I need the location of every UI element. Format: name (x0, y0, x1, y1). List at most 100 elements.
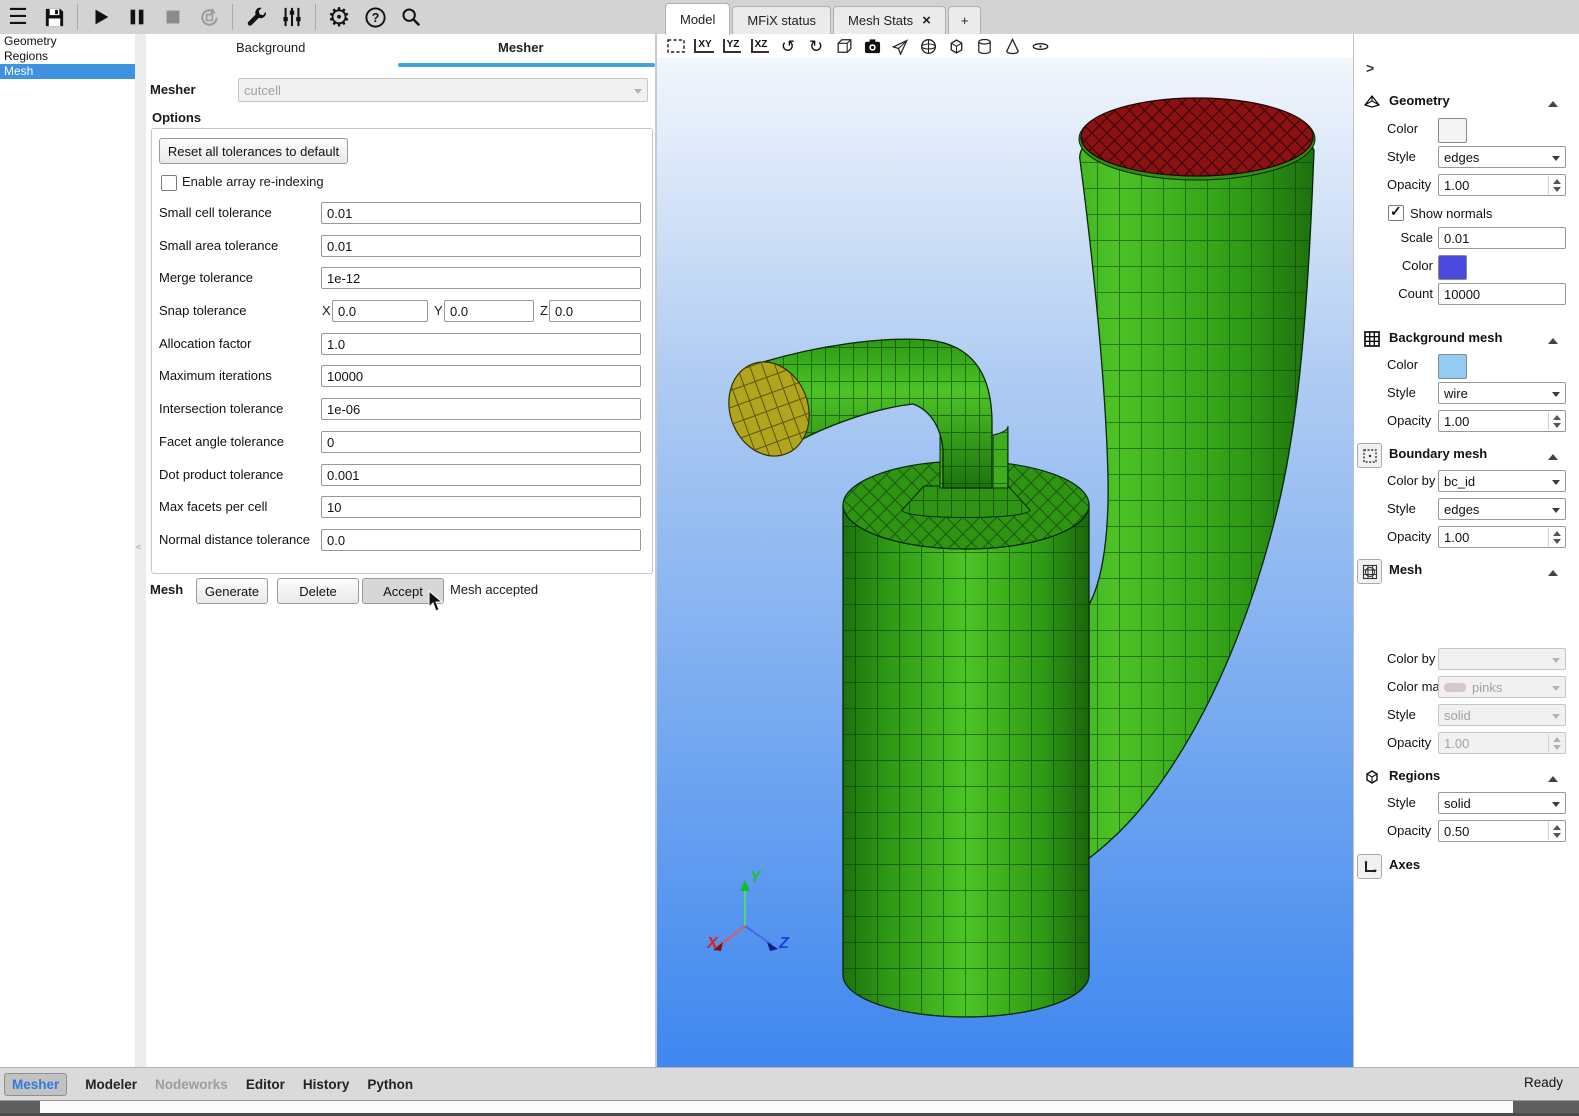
geometry-opacity-spinbox[interactable]: 1.00 (1438, 174, 1566, 196)
mesh-color-by-select[interactable] (1438, 648, 1566, 670)
mode-history[interactable]: History (303, 1077, 350, 1092)
spin-arrows-icon[interactable] (1548, 734, 1564, 752)
delete-mesh-button[interactable]: Delete (277, 578, 359, 604)
add-disc-button[interactable] (1029, 36, 1051, 56)
settings-button[interactable]: ⚙ (321, 2, 357, 32)
snap-tolerance-x-input[interactable] (332, 300, 428, 322)
small-cell-tolerance-input[interactable] (321, 202, 641, 224)
boundary-mesh-style-select[interactable]: edges (1438, 498, 1566, 520)
menu-button[interactable]: ☰ (0, 2, 36, 32)
add-cone-button[interactable] (1001, 36, 1023, 56)
spin-arrows-icon[interactable] (1548, 176, 1564, 194)
axes-toggle-button[interactable] (1357, 854, 1382, 879)
resize-grip[interactable] (1513, 1101, 1579, 1113)
show-normals-checkbox[interactable] (1388, 205, 1404, 221)
axes-section-header[interactable]: Axes (1354, 854, 1579, 878)
normal-distance-tolerance-input[interactable] (321, 529, 641, 551)
small-area-tolerance-input[interactable] (321, 235, 641, 257)
maximum-iterations-input[interactable] (321, 365, 641, 387)
generate-mesh-button[interactable]: Generate (196, 578, 268, 604)
regions-opacity-spinbox[interactable]: 0.50 (1438, 820, 1566, 842)
mode-python[interactable]: Python (367, 1077, 413, 1092)
collapse-caret-icon[interactable] (1548, 771, 1558, 782)
run-button[interactable] (83, 2, 119, 32)
spin-arrows-icon[interactable] (1548, 528, 1564, 546)
reset-tolerances-button[interactable]: Reset all tolerances to default (159, 138, 348, 164)
background-mesh-section-header[interactable]: Background mesh (1354, 327, 1579, 351)
rotate-cw-button[interactable]: ↻ (805, 36, 827, 56)
tab-background[interactable]: Background (236, 40, 305, 55)
add-box-button[interactable] (945, 36, 967, 56)
view-yz-button[interactable]: YZ (721, 36, 743, 56)
search-button[interactable] (393, 2, 429, 32)
normals-color-swatch[interactable] (1438, 255, 1467, 280)
geometry-section-header[interactable]: Geometry (1354, 90, 1579, 114)
boundary-mesh-opacity-spinbox[interactable]: 1.00 (1438, 526, 1566, 548)
add-cylinder-button[interactable] (973, 36, 995, 56)
perspective-button[interactable] (833, 36, 855, 56)
intersection-tolerance-input[interactable] (321, 398, 641, 420)
dot-product-tolerance-input[interactable] (321, 464, 641, 486)
tab-add[interactable]: + (948, 6, 982, 34)
background-mesh-color-swatch[interactable] (1438, 354, 1467, 379)
background-mesh-style-select[interactable]: wire (1438, 382, 1566, 404)
mesh-toggle-button[interactable] (1357, 559, 1382, 584)
snap-tolerance-z-input[interactable] (549, 300, 641, 322)
pause-button[interactable] (119, 2, 155, 32)
add-sphere-button[interactable] (917, 36, 939, 56)
visibility-button[interactable] (889, 36, 911, 56)
collapse-caret-icon[interactable] (1548, 565, 1558, 576)
boundary-mesh-color-by-select[interactable]: bc_id (1438, 470, 1566, 492)
collapse-caret-icon[interactable] (1548, 96, 1558, 107)
merge-tolerance-input[interactable] (321, 267, 641, 289)
build-button[interactable] (238, 2, 274, 32)
mode-modeler[interactable]: Modeler (85, 1077, 137, 1092)
save-button[interactable] (36, 2, 72, 32)
tree-item-regions[interactable]: Regions (0, 49, 135, 64)
mesh-opacity-spinbox[interactable]: 1.00 (1438, 732, 1566, 754)
panel-splitter[interactable]: < (135, 34, 146, 1067)
normals-scale-input[interactable] (1438, 227, 1566, 249)
mesh-color-map-select[interactable]: pinks (1438, 676, 1566, 698)
allocation-factor-input[interactable] (321, 333, 641, 355)
collapse-caret-icon[interactable] (1548, 333, 1558, 344)
max-facets-per-cell-input[interactable] (321, 496, 641, 518)
view-xz-button[interactable]: XZ (749, 36, 771, 56)
close-icon[interactable]: × (922, 13, 931, 28)
screenshot-button[interactable] (861, 36, 883, 56)
facet-angle-tolerance-input[interactable] (321, 431, 641, 453)
reset-view-button[interactable] (665, 36, 687, 56)
stop-button[interactable] (155, 2, 191, 32)
mode-mesher[interactable]: Mesher (4, 1073, 67, 1096)
enable-array-reindexing-checkbox[interactable] (161, 175, 177, 191)
rotate-ccw-button[interactable]: ↺ (777, 36, 799, 56)
mode-editor[interactable]: Editor (246, 1077, 285, 1092)
tab-mesher[interactable]: Mesher (498, 40, 544, 55)
reset-button[interactable] (191, 2, 227, 32)
parameters-button[interactable] (274, 2, 310, 32)
mesh-section-header[interactable]: Mesh (1354, 559, 1579, 583)
mesh-style-select[interactable]: solid (1438, 704, 1566, 726)
regions-section-header[interactable]: Regions (1354, 765, 1579, 789)
mesher-select[interactable]: cutcell (238, 78, 648, 102)
background-mesh-opacity-spinbox[interactable]: 1.00 (1438, 410, 1566, 432)
geometry-color-swatch[interactable] (1438, 118, 1467, 143)
view-xy-button[interactable]: XY (693, 36, 715, 56)
spin-arrows-icon[interactable] (1548, 412, 1564, 430)
boundary-mesh-section-header[interactable]: Boundary mesh (1354, 443, 1579, 467)
normals-count-input[interactable] (1438, 283, 1566, 305)
tab-model[interactable]: Model (665, 3, 730, 35)
tab-mfix-status[interactable]: MFiX status (732, 6, 831, 34)
collapse-caret-icon[interactable] (1548, 449, 1558, 460)
boundary-mesh-toggle-button[interactable] (1357, 443, 1382, 468)
help-button[interactable]: ? (357, 2, 393, 32)
tab-mesh-stats[interactable]: Mesh Stats× (833, 6, 946, 34)
tree-item-geometry[interactable]: Geometry (0, 34, 135, 49)
spin-arrows-icon[interactable] (1548, 822, 1564, 840)
collapse-sidebar-button[interactable]: > (1366, 60, 1374, 76)
geometry-style-select[interactable]: edges (1438, 146, 1566, 168)
tree-item-mesh[interactable]: Mesh (0, 64, 135, 79)
3d-viewport[interactable]: X Y Z (657, 58, 1353, 1067)
snap-tolerance-y-input[interactable] (444, 300, 534, 322)
regions-style-select[interactable]: solid (1438, 792, 1566, 814)
